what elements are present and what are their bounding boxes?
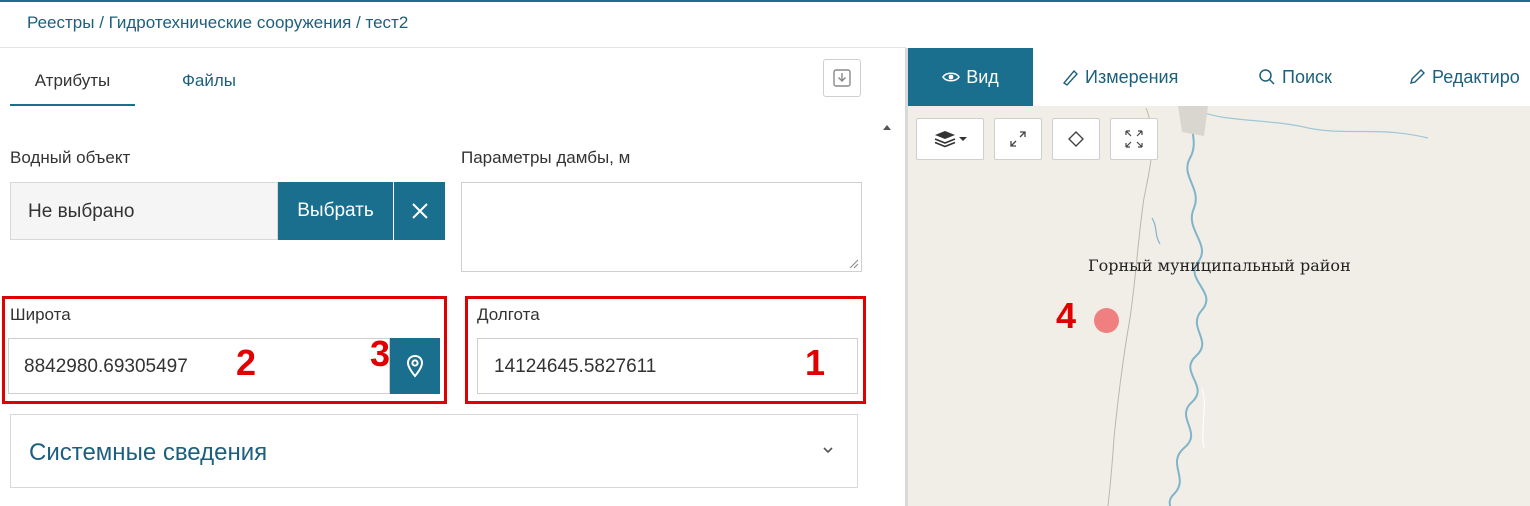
map-background-svg xyxy=(1107,105,1429,506)
active-tab-indicator xyxy=(10,104,135,106)
eye-icon xyxy=(942,70,961,84)
breadcrumb: Реестры / Гидротехнические сооружения / … xyxy=(27,13,408,33)
layers-dropdown-button[interactable] xyxy=(916,118,984,160)
map-region-label: Горный муниципальный район xyxy=(1088,256,1351,275)
map-canvas[interactable] xyxy=(908,48,1530,506)
clear-water-object-button[interactable] xyxy=(394,182,445,240)
search-icon xyxy=(1258,68,1276,86)
water-object-value: Не выбрано xyxy=(28,201,135,222)
latitude-value: 8842980.69305497 xyxy=(24,356,188,377)
map-tab-search[interactable]: Поиск xyxy=(1258,48,1332,106)
chevron-down-icon xyxy=(823,447,833,454)
ruler-icon xyxy=(1061,68,1079,86)
annotation-number-1: 1 xyxy=(805,342,826,383)
annotation-number-3: 3 xyxy=(370,333,391,374)
longitude-value: 14124645.5827611 xyxy=(494,356,657,377)
fullscreen-button[interactable] xyxy=(1110,118,1158,160)
annotation-number-2: 2 xyxy=(236,342,257,383)
longitude-input[interactable]: 14124645.5827611 xyxy=(477,338,858,394)
breadcrumb-current: тест2 xyxy=(365,13,409,32)
eraser-icon xyxy=(1068,131,1084,147)
longitude-label: Долгота xyxy=(477,305,540,324)
system-info-panel[interactable]: Системные сведения xyxy=(10,414,858,488)
latitude-label: Широта xyxy=(10,305,71,324)
pencil-icon xyxy=(1408,68,1426,86)
map-tab-measure[interactable]: Измерения xyxy=(1061,48,1178,106)
map-tab-measure-label: Измерения xyxy=(1085,66,1179,87)
map-pin-icon xyxy=(406,354,424,378)
map-tab-edit-label: Редактиро xyxy=(1432,66,1520,87)
close-icon xyxy=(411,203,428,219)
breadcrumb-hydro-structures[interactable]: Гидротехнические сооружения xyxy=(109,13,352,32)
top-accent-line xyxy=(0,0,1530,2)
header-divider xyxy=(0,47,906,48)
map-toolbar-tabs: Вид Измерения Поиск Редактиро xyxy=(908,48,1530,106)
export-button[interactable] xyxy=(823,59,861,97)
water-object-label: Водный объект xyxy=(10,148,131,167)
tab-files[interactable]: Файлы xyxy=(182,62,236,106)
map-tab-search-label: Поиск xyxy=(1282,66,1332,87)
dam-params-label: Параметры дамбы, м xyxy=(461,148,631,167)
map-tab-edit[interactable]: Редактиро xyxy=(1408,48,1520,106)
zoom-extent-button[interactable] xyxy=(994,118,1042,160)
breadcrumb-separator: / xyxy=(94,13,109,32)
water-object-field: Не выбрано xyxy=(10,182,278,240)
select-water-object-button[interactable]: Выбрать xyxy=(278,182,393,240)
pick-location-button[interactable] xyxy=(390,338,440,394)
expand-diagonal-icon xyxy=(1010,131,1026,147)
breadcrumb-separator: / xyxy=(351,13,366,32)
breadcrumb-registries[interactable]: Реестры xyxy=(27,13,94,32)
eraser-button[interactable] xyxy=(1052,118,1100,160)
map-location-marker[interactable] xyxy=(1094,308,1119,333)
download-icon xyxy=(833,69,851,87)
map-tab-view[interactable]: Вид xyxy=(908,48,1033,106)
dam-params-textarea[interactable] xyxy=(461,182,862,272)
fullscreen-icon xyxy=(1125,130,1143,148)
latitude-input[interactable]: 8842980.69305497 xyxy=(8,338,390,394)
scroll-up-arrow-icon[interactable] xyxy=(881,122,893,132)
layers-icon xyxy=(934,131,967,148)
map-tab-view-label: Вид xyxy=(966,66,999,87)
annotation-number-4: 4 xyxy=(1056,295,1077,336)
system-info-title: Системные сведения xyxy=(29,439,268,466)
tab-attributes[interactable]: Атрибуты xyxy=(10,62,135,106)
resize-grip-icon[interactable] xyxy=(847,257,859,269)
